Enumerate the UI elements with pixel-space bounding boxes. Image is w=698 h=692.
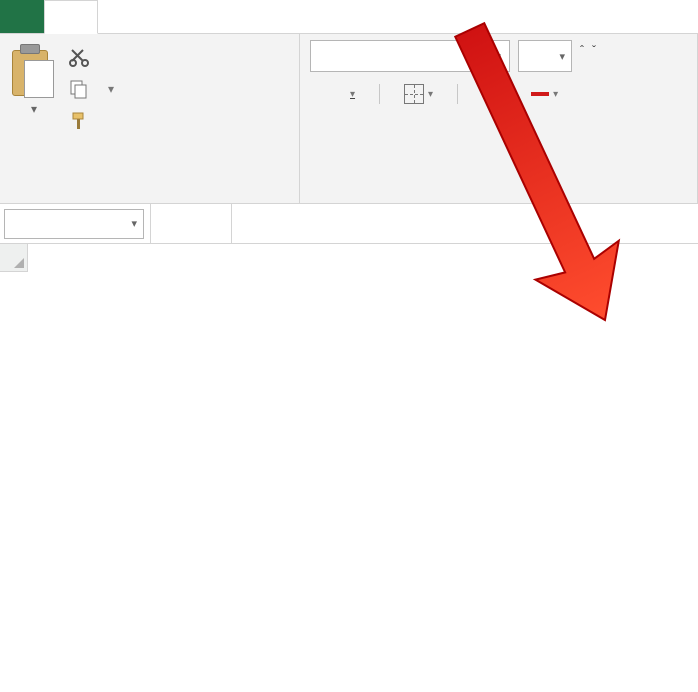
separator (457, 84, 458, 104)
copy-button[interactable]: ▾ (68, 78, 114, 100)
increase-font-size-button[interactable]: ˆ (580, 49, 584, 63)
paste-icon (10, 44, 58, 100)
borders-icon (404, 84, 424, 104)
cancel-formula-button[interactable] (151, 209, 185, 239)
ribbon: ▾ ▾ (0, 34, 698, 204)
caret-up-icon: ˆ (580, 43, 584, 57)
clipboard-group-label (10, 193, 289, 201)
spreadsheet-grid[interactable] (0, 244, 698, 692)
cut-button[interactable] (68, 46, 114, 68)
chevron-down-icon: ▾ (559, 50, 565, 63)
chevron-down-icon: ▾ (495, 50, 501, 63)
select-all-button[interactable] (0, 244, 28, 272)
scissors-icon (68, 46, 90, 68)
enter-formula-button[interactable] (185, 209, 219, 239)
font-color-button[interactable]: ▾ (531, 89, 558, 100)
ribbon-tabs (0, 0, 698, 34)
tab-page-layout[interactable] (150, 0, 202, 33)
chevron-down-icon[interactable]: ▾ (553, 89, 558, 100)
tab-home[interactable] (44, 0, 98, 34)
chevron-down-icon[interactable]: ▾ (131, 217, 137, 230)
format-painter-button[interactable] (68, 110, 114, 132)
tab-file[interactable] (0, 0, 44, 33)
ribbon-group-clipboard: ▾ ▾ (0, 34, 300, 203)
separator (379, 84, 380, 104)
chevron-down-icon[interactable]: ▾ (350, 89, 355, 100)
font-group-label (310, 193, 687, 201)
chevron-down-icon[interactable]: ▾ (428, 89, 433, 100)
paint-bucket-icon (482, 85, 504, 103)
borders-button[interactable]: ▾ (404, 84, 433, 104)
underline-button[interactable]: ▾ (346, 89, 355, 100)
formula-bar: ▾ (0, 204, 698, 244)
formula-input[interactable] (232, 209, 698, 239)
font-color-icon (531, 92, 549, 96)
ribbon-group-font: ▾ ▾ ˆ ˇ ▾ (300, 34, 698, 203)
fill-color-button[interactable]: ▾ (482, 85, 513, 103)
decrease-font-size-button[interactable]: ˇ (592, 49, 596, 63)
paintbrush-icon (68, 110, 90, 132)
font-name-select[interactable]: ▾ (310, 40, 510, 72)
chevron-down-icon[interactable]: ▾ (508, 89, 513, 100)
copy-icon (68, 78, 90, 100)
tab-insert[interactable] (98, 0, 150, 33)
caret-down-icon: ˇ (592, 43, 596, 57)
tab-formulas[interactable] (202, 0, 254, 33)
chevron-down-icon[interactable]: ▾ (108, 82, 114, 96)
font-size-select[interactable]: ▾ (518, 40, 572, 72)
paste-button[interactable]: ▾ (10, 40, 58, 193)
paste-dropdown-icon[interactable]: ▾ (31, 102, 37, 116)
name-box[interactable]: ▾ (4, 209, 144, 239)
